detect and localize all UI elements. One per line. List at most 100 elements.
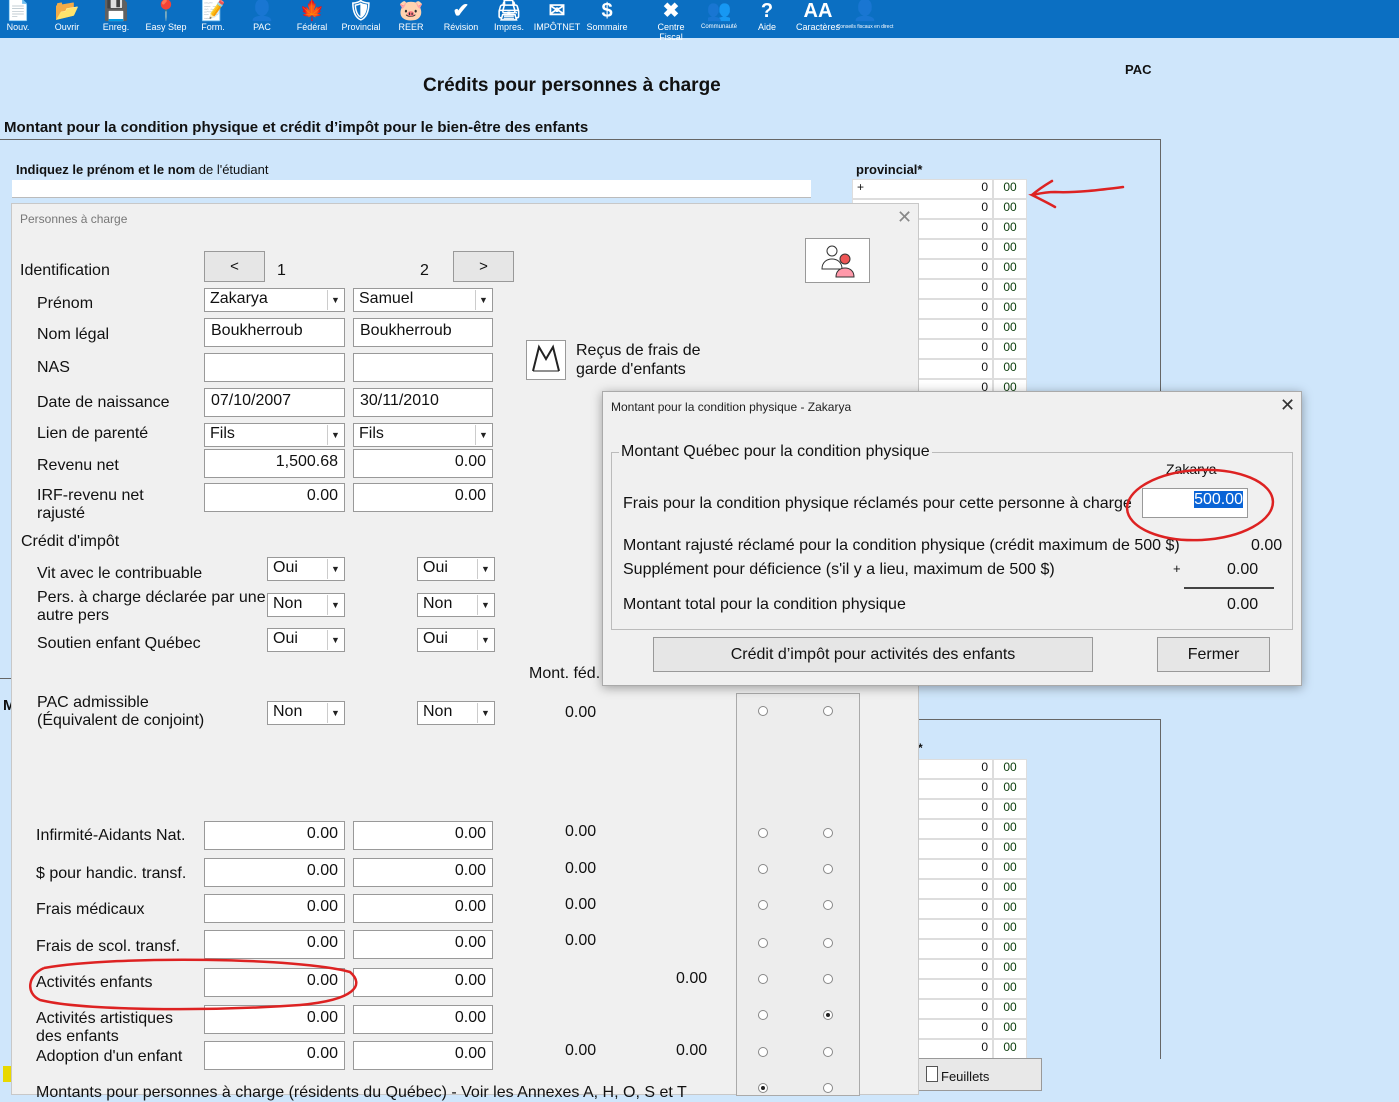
toolbar-button-14[interactable]: 👥 Communauté bbox=[695, 0, 743, 38]
cents-cell[interactable]: 00 bbox=[993, 279, 1027, 299]
toolbar-button-15[interactable]: ? Aide bbox=[743, 0, 791, 38]
radio-infirm-fed[interactable] bbox=[758, 828, 768, 838]
cents-cell[interactable]: 00 bbox=[993, 859, 1027, 879]
cents-cell[interactable]: 00 bbox=[993, 179, 1027, 199]
cents-cell[interactable]: 00 bbox=[993, 759, 1027, 779]
student-name-input[interactable] bbox=[12, 180, 811, 198]
amount-row[interactable]: +0 00 bbox=[852, 179, 1027, 199]
lien-select-1[interactable]: Fils ▼ bbox=[204, 423, 345, 447]
radio-adopt-prov[interactable] bbox=[823, 1047, 833, 1057]
radio-scol-fed[interactable] bbox=[758, 938, 768, 948]
activ-input-2[interactable]: 0.00 bbox=[353, 968, 493, 997]
revenu-input-2[interactable]: 0.00 bbox=[353, 449, 493, 478]
pac-select-1[interactable]: Non ▼ bbox=[267, 701, 345, 725]
toolbar-button-5[interactable]: 👤 PAC bbox=[238, 0, 286, 38]
activ-input-1[interactable]: 0.00 bbox=[204, 968, 345, 997]
cents-cell[interactable]: 00 bbox=[993, 979, 1027, 999]
toolbar-button-2[interactable]: 💾 Enreg. bbox=[92, 0, 140, 38]
cents-cell[interactable]: 00 bbox=[993, 839, 1027, 859]
activities-credit-button[interactable]: Crédit d’impôt pour activités des enfant… bbox=[653, 637, 1093, 672]
cents-cell[interactable]: 00 bbox=[993, 219, 1027, 239]
cents-cell[interactable]: 00 bbox=[993, 899, 1027, 919]
radio-medic-prov[interactable] bbox=[823, 900, 833, 910]
handic-input-1[interactable]: 0.00 bbox=[204, 858, 345, 887]
toolbar-button-16[interactable]: AA Caractères bbox=[794, 0, 842, 38]
soutien-select-1[interactable]: Oui ▼ bbox=[267, 628, 345, 652]
pac-select-2[interactable]: Non ▼ bbox=[417, 701, 495, 725]
radio-activ-fed[interactable] bbox=[758, 974, 768, 984]
medic-input-1[interactable]: 0.00 bbox=[204, 894, 345, 923]
lien-select-2[interactable]: Fils ▼ bbox=[353, 423, 493, 447]
cents-cell[interactable]: 00 bbox=[993, 1039, 1027, 1059]
toolbar-button-10[interactable]: 🖨 Impres. bbox=[485, 0, 533, 38]
amount-cell[interactable]: +0 bbox=[852, 179, 993, 199]
cents-cell[interactable]: 00 bbox=[993, 319, 1027, 339]
radio-medic-fed[interactable] bbox=[758, 900, 768, 910]
infirm-input-1[interactable]: 0.00 bbox=[204, 821, 345, 850]
toolbar-button-17[interactable]: 👤 Conseils fiscaux en direct bbox=[837, 0, 894, 38]
prenom-select-1[interactable]: Zakarya ▼ bbox=[204, 288, 345, 312]
toolbar-button-4[interactable]: 📝 Form. bbox=[189, 0, 237, 38]
adopt-input-1[interactable]: 0.00 bbox=[204, 1041, 345, 1070]
next-person-button[interactable]: > bbox=[453, 251, 514, 282]
toolbar-button-8[interactable]: 🐷 REER bbox=[387, 0, 435, 38]
childcare-receipts-button[interactable] bbox=[526, 340, 566, 380]
handic-input-2[interactable]: 0.00 bbox=[353, 858, 493, 887]
vit-select-2[interactable]: Oui ▼ bbox=[417, 557, 495, 581]
nas-input-1[interactable] bbox=[204, 353, 345, 382]
nas-input-2[interactable] bbox=[353, 353, 493, 382]
cents-cell[interactable]: 00 bbox=[993, 199, 1027, 219]
toolbar-button-1[interactable]: 📂 Ouvrir bbox=[43, 0, 91, 38]
adopt-input-2[interactable]: 0.00 bbox=[353, 1041, 493, 1070]
toolbar-button-12[interactable]: $ Sommaire bbox=[583, 0, 631, 38]
toolbar-button-0[interactable]: 📄 Nouv. bbox=[0, 0, 42, 38]
cents-cell[interactable]: 00 bbox=[993, 299, 1027, 319]
radio-pac-fed[interactable] bbox=[758, 706, 768, 716]
cents-cell[interactable]: 00 bbox=[993, 779, 1027, 799]
artist-input-1[interactable]: 0.00 bbox=[204, 1005, 345, 1034]
cents-cell[interactable]: 00 bbox=[993, 339, 1027, 359]
vit-select-1[interactable]: Oui ▼ bbox=[267, 557, 345, 581]
cents-cell[interactable]: 00 bbox=[993, 799, 1027, 819]
cents-cell[interactable]: 00 bbox=[993, 939, 1027, 959]
radio-handic-prov[interactable] bbox=[823, 864, 833, 874]
prenom-select-2[interactable]: Samuel ▼ bbox=[353, 288, 493, 312]
radio-pac-prov[interactable] bbox=[823, 706, 833, 716]
revenu-input-1[interactable]: 1,500.68 bbox=[204, 449, 345, 478]
cents-cell[interactable]: 00 bbox=[993, 359, 1027, 379]
nom-input-2[interactable]: Boukherroub bbox=[353, 318, 493, 347]
cents-cell[interactable]: 00 bbox=[993, 959, 1027, 979]
close-button[interactable]: Fermer bbox=[1157, 637, 1270, 672]
toolbar-button-9[interactable]: ✔ Révision bbox=[437, 0, 485, 38]
radio-artist-prov[interactable] bbox=[823, 1010, 833, 1020]
artist-input-2[interactable]: 0.00 bbox=[353, 1005, 493, 1034]
toolbar-button-11[interactable]: ✉ IMPÔTNET bbox=[533, 0, 581, 38]
toolbar-button-13[interactable]: ✖ Centre Fiscal bbox=[647, 0, 695, 42]
radio-activ-prov[interactable] bbox=[823, 974, 833, 984]
cents-cell[interactable]: 00 bbox=[993, 239, 1027, 259]
cents-cell[interactable]: 00 bbox=[993, 259, 1027, 279]
add-dependent-button[interactable] bbox=[805, 238, 870, 283]
toolbar-button-6[interactable]: 🍁 Fédéral bbox=[288, 0, 336, 38]
radio-infirm-prov[interactable] bbox=[823, 828, 833, 838]
radio-artist-fed[interactable] bbox=[758, 1010, 768, 1020]
radio-adopt-fed[interactable] bbox=[758, 1047, 768, 1057]
radio-handic-fed[interactable] bbox=[758, 864, 768, 874]
scol-input-2[interactable]: 0.00 bbox=[353, 930, 493, 959]
toolbar-button-3[interactable]: 📍 Easy Step bbox=[142, 0, 190, 38]
radio-scol-prov[interactable] bbox=[823, 938, 833, 948]
radio-bottom-prov[interactable] bbox=[823, 1083, 833, 1093]
irf-input-1[interactable]: 0.00 bbox=[204, 483, 345, 512]
cents-cell[interactable]: 00 bbox=[993, 879, 1027, 899]
soutien-select-2[interactable]: Oui ▼ bbox=[417, 628, 495, 652]
birthdate-input-2[interactable]: 30/11/2010 bbox=[353, 388, 493, 417]
close-icon[interactable]: ✕ bbox=[1280, 395, 1295, 416]
toolbar-button-7[interactable]: 🛡 Provincial bbox=[337, 0, 385, 38]
radio-bottom-fed[interactable] bbox=[758, 1083, 768, 1093]
prev-person-button[interactable]: < bbox=[204, 251, 265, 282]
pers-select-2[interactable]: Non ▼ bbox=[417, 593, 495, 617]
irf-input-2[interactable]: 0.00 bbox=[353, 483, 493, 512]
scol-input-1[interactable]: 0.00 bbox=[204, 930, 345, 959]
close-icon[interactable]: ✕ bbox=[897, 207, 912, 228]
nom-input-1[interactable]: Boukherroub bbox=[204, 318, 345, 347]
